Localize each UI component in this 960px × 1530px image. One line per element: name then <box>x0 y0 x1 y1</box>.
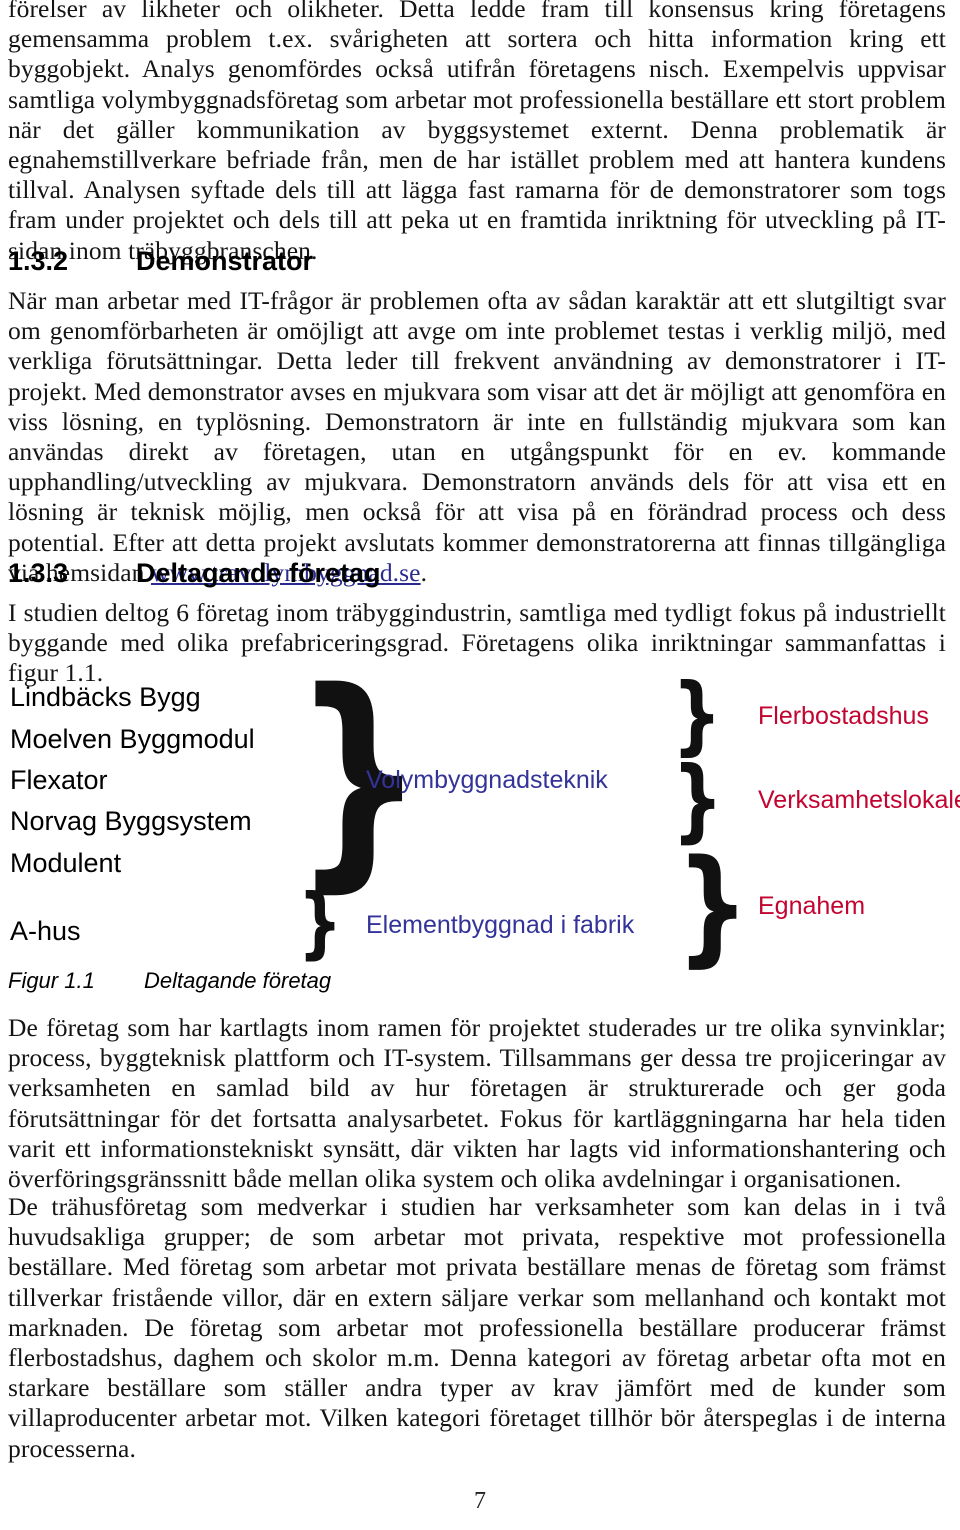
paragraph-after-figure-1: De företag som har kartlagts inom ramen … <box>8 1013 946 1194</box>
figure-label-egnahem: Egnahem <box>758 892 866 920</box>
heading-number: 1.3.2 <box>8 246 69 276</box>
brace-egnahem-icon: } <box>676 833 750 980</box>
document-page: förelser av likheter och olikheter. Dett… <box>0 0 960 1530</box>
figure-label-volymbyggnadsteknik: Volymbyggnadsteknik <box>366 766 608 794</box>
figure-company-moelven: Moelven Byggmodul <box>10 724 255 754</box>
heading-title: Demonstrator <box>136 246 314 276</box>
paragraph-demonstrator-text-before-link: När man arbetar med IT-frågor är problem… <box>8 286 946 587</box>
figure-caption: Figur 1.1 Deltagande företag <box>8 968 331 994</box>
figure-label-elementbyggnad: Elementbyggnad i fabrik <box>366 911 635 939</box>
figure-company-norvag: Norvag Byggsystem <box>10 806 252 836</box>
figure-caption-number: Figur 1.1 <box>8 968 95 993</box>
heading-1-3-2: 1.3.2 Demonstrator <box>8 246 946 277</box>
brace-flerbostadshus-icon: } <box>672 664 722 765</box>
heading-title: Deltagande företag <box>136 558 381 588</box>
figure-company-lindbacks: Lindbäcks Bygg <box>10 682 201 712</box>
figure-company-modulent: Modulent <box>10 848 122 878</box>
brace-verksamhetslokaler-icon: } <box>672 746 724 852</box>
heading-number: 1.3.3 <box>8 558 69 588</box>
brace-ahus-group-icon: } <box>298 876 343 968</box>
page-number: 7 <box>474 1488 486 1514</box>
figure-company-ahus: A-hus <box>10 916 81 946</box>
heading-1-3-3: 1.3.3 Deltagande företag <box>8 558 946 589</box>
figure-caption-title: Deltagande företag <box>144 968 332 993</box>
figure-label-flerbostadshus: Flerbostadshus <box>758 702 929 730</box>
figure-company-flexator: Flexator <box>10 765 108 795</box>
figure-label-verksamhetslokaler: Verksamhetslokaler <box>758 786 960 814</box>
paragraph-demonstrator: När man arbetar med IT-frågor är problem… <box>8 286 946 588</box>
paragraph-after-figure-2: De trähusföretag som medverkar i studien… <box>8 1192 946 1463</box>
paragraph-continued-top: förelser av likheter och olikheter. Dett… <box>8 0 946 265</box>
figure-1-1: Lindbäcks Bygg Moelven Byggmodul Flexato… <box>0 662 960 980</box>
